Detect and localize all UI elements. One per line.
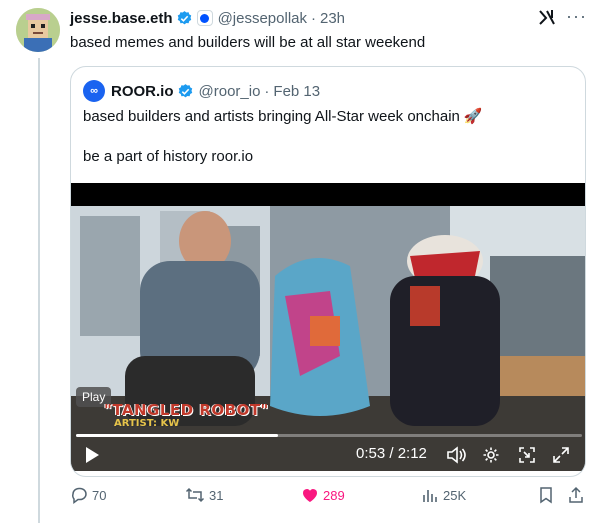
tweet-timestamp[interactable]: 23h [320, 10, 345, 27]
tweet-actions-bar: 70 31 289 25K [70, 484, 590, 506]
views-button[interactable]: 25K [421, 484, 466, 506]
video-caption-artist: ARTIST: KW [114, 418, 180, 429]
heart-filled-icon [302, 489, 318, 502]
play-icon[interactable] [84, 446, 100, 464]
reply-button[interactable]: 70 [70, 484, 106, 506]
quoted-tweet-text-line1: based builders and artists bringing All-… [83, 107, 483, 127]
quoted-tweet-card[interactable]: ∞ ROOR.io @roor_io · Feb 13 based builde… [70, 66, 586, 477]
reply-count: 70 [92, 487, 107, 503]
avatar[interactable] [16, 8, 60, 52]
rocket-emoji-icon: 🚀 [463, 108, 483, 125]
avatar-pixel-art-icon [16, 8, 60, 52]
grok-icon[interactable] [538, 8, 556, 31]
share-button[interactable] [567, 484, 585, 506]
author-handle[interactable]: @jessepollak [218, 10, 307, 27]
analytics-icon [423, 490, 437, 502]
bookmark-icon [540, 487, 552, 504]
tweet-text: based memes and builders will be at all … [70, 34, 426, 51]
base-affiliation-icon[interactable] [196, 10, 213, 26]
thread-line [38, 58, 40, 523]
bookmark-button[interactable] [538, 484, 554, 506]
settings-gear-icon[interactable] [482, 446, 500, 464]
video-player[interactable]: Play "TANGLED ROBOT" ARTIST: KW 0:53 / 2… [71, 183, 585, 471]
fullscreen-icon[interactable] [552, 446, 570, 464]
repost-count: 31 [209, 487, 224, 503]
volume-icon[interactable] [446, 446, 466, 464]
separator-dot: · [264, 82, 270, 100]
picture-in-picture-icon[interactable] [518, 446, 536, 464]
repost-icon [185, 487, 205, 503]
tweet-header: jesse.base.eth @jessepollak · 23h [70, 8, 345, 28]
quoted-author-avatar[interactable]: ∞ [83, 80, 105, 102]
separator-dot: · [311, 9, 316, 27]
video-controls: 0:53 / 2:12 [71, 441, 585, 471]
video-progress-fill [76, 434, 279, 437]
repost-button[interactable]: 31 [185, 484, 223, 506]
quoted-tweet-text-line2: be a part of history roor.io [83, 148, 254, 165]
video-time-display: 0:53 / 2:12 [356, 445, 427, 462]
quoted-tweet-header: ∞ ROOR.io @roor_io · Feb 13 [83, 80, 320, 102]
video-frame-image [71, 206, 585, 471]
verified-icon [176, 10, 193, 27]
verified-icon [177, 83, 194, 100]
quoted-tweet-date[interactable]: Feb 13 [273, 83, 320, 100]
share-icon [569, 486, 583, 503]
quoted-author-handle[interactable]: @roor_io [199, 83, 261, 100]
view-count: 25K [443, 487, 467, 503]
quoted-text-line1: based builders and artists bringing All-… [83, 108, 460, 125]
author-name[interactable]: jesse.base.eth [70, 10, 173, 27]
like-count: 289 [323, 487, 345, 503]
video-caption-title: "TANGLED ROBOT" [104, 401, 269, 419]
quoted-author-name[interactable]: ROOR.io [111, 83, 174, 100]
reply-icon [72, 487, 87, 504]
more-options-icon[interactable]: ··· [566, 6, 587, 27]
like-button[interactable]: 289 [301, 484, 345, 506]
video-progress-bar[interactable] [76, 434, 582, 437]
